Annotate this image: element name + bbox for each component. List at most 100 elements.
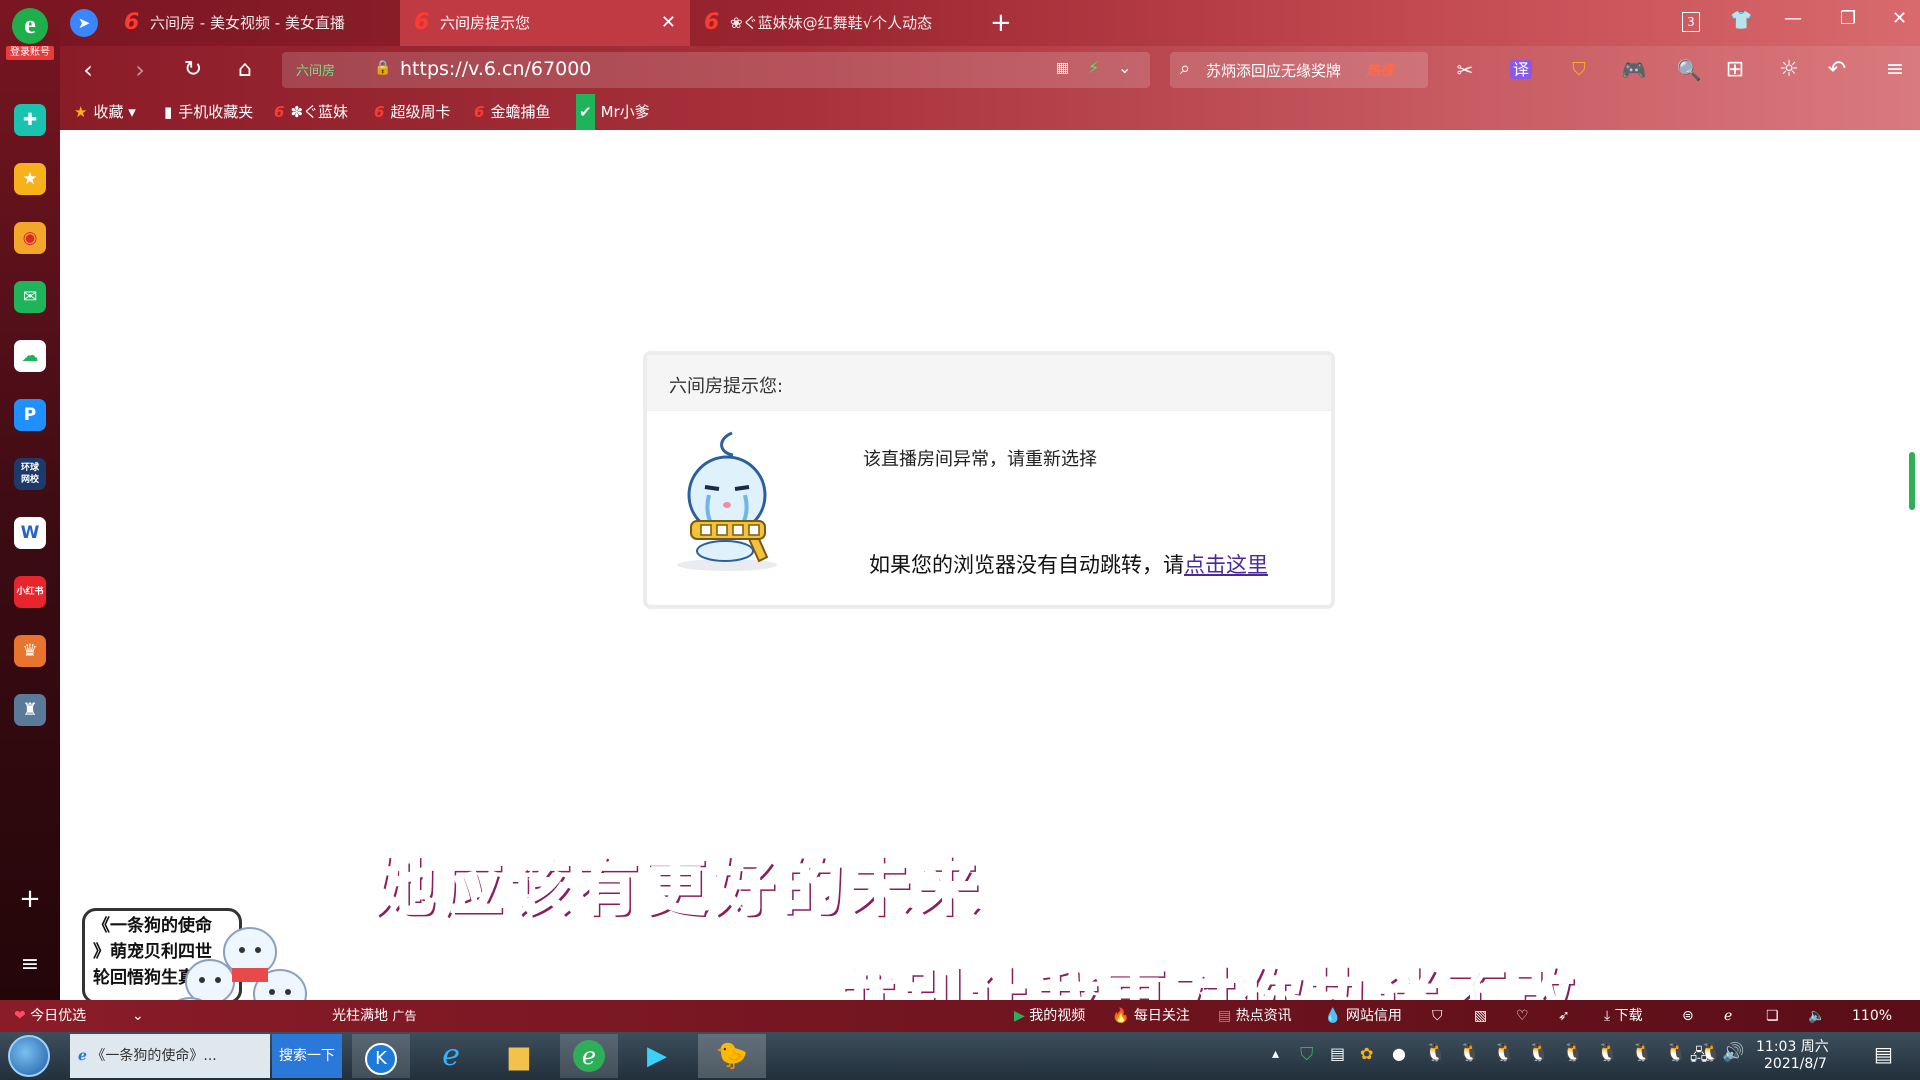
home-button[interactable]: ⌂: [232, 46, 258, 94]
rocket-icon[interactable]: ➶: [1558, 1000, 1570, 1032]
apps-grid-icon[interactable]: ⊞: [1722, 46, 1748, 94]
weibo-icon[interactable]: ◉: [14, 222, 46, 254]
bookmark-lanmei[interactable]: 6 ✽ぐ蓝妹: [274, 94, 348, 130]
clock-date[interactable]: 2021/8/7: [1764, 1056, 1827, 1072]
skin-shirt-icon[interactable]: 👕: [1730, 10, 1752, 31]
shield-icon[interactable]: ⛉: [1432, 1000, 1443, 1032]
tray-doc-icon[interactable]: ▤: [1330, 1044, 1345, 1063]
chevron-down-icon[interactable]: ⌄: [1118, 58, 1131, 77]
news-ticker[interactable]: 光柱满地 广告: [332, 1000, 416, 1032]
chevron-down-icon[interactable]: ⌄: [132, 1000, 144, 1032]
volume-icon[interactable]: 🔈: [1808, 1000, 1825, 1032]
start-button[interactable]: [8, 1035, 50, 1077]
undo-icon[interactable]: ↶: [1824, 46, 1850, 94]
daily-follow-link[interactable]: 🔥 每日关注: [1112, 1000, 1190, 1032]
speaker-icon[interactable]: 🔊: [1722, 1042, 1744, 1063]
pp-assistant-icon[interactable]: P: [14, 399, 46, 431]
lightning-icon[interactable]: ⚡: [1088, 58, 1099, 77]
image-icon[interactable]: ▧: [1474, 1000, 1487, 1032]
bookmarks-bar: ★ 收藏 ▾ ▮ 手机收藏夹 6 ✽ぐ蓝妹 6 超级周卡 6 金蟾捕鱼 ✔ Mr小爹: [60, 94, 1920, 130]
6cn-logo-icon: 6: [274, 103, 285, 121]
6cn-logo-icon: 6: [124, 10, 140, 35]
site-credit-label: 网站信用: [1345, 1008, 1402, 1024]
document-icon[interactable]: W: [14, 517, 46, 549]
tray-app-icon[interactable]: ✿: [1360, 1044, 1373, 1063]
security-shield-icon[interactable]: ⛉: [1300, 1044, 1314, 1065]
minimize-button[interactable]: —: [1784, 8, 1802, 29]
tray-avatar-icon[interactable]: ●: [1392, 1044, 1406, 1063]
favorites-star-icon[interactable]: ★: [14, 163, 46, 195]
mail-icon[interactable]: ✉: [14, 281, 46, 313]
qq-icons[interactable]: 🐧🐧🐧🐧🐧🐧🐧🐧🐧: [1424, 1042, 1734, 1063]
clock-time[interactable]: 11:03 周六: [1756, 1036, 1829, 1056]
hot-news-link[interactable]: ▤ 热点资讯: [1218, 1000, 1292, 1032]
tab-user-profile[interactable]: 6 ❀ぐ蓝妹妹@红舞鞋√个人动态: [690, 0, 980, 46]
tray-expand-icon[interactable]: ▴: [1272, 1046, 1279, 1062]
restore-button[interactable]: ❐: [1840, 8, 1856, 29]
new-tab-button[interactable]: +: [990, 8, 1012, 38]
login-account-button[interactable]: 登录账号: [6, 46, 54, 60]
navigation-compass-icon[interactable]: ➤: [70, 9, 98, 37]
url-text[interactable]: https://v.6.cn/67000: [400, 58, 591, 80]
today-pick[interactable]: ❤ 今日优选: [14, 1000, 86, 1032]
ad-tag: 广告: [392, 1009, 417, 1023]
folder-icon[interactable]: ▆: [490, 1034, 548, 1078]
ie-taskbar-window[interactable]: ℯ 《一条狗的使命》...: [70, 1034, 270, 1078]
shield-money-icon[interactable]: ⛉: [1566, 46, 1592, 94]
notification-icon[interactable]: ▤: [1874, 1042, 1893, 1066]
network-tray-icon[interactable]: 🖧: [1690, 1044, 1708, 1071]
search-button[interactable]: 搜索一下: [272, 1034, 342, 1078]
site-credit-link[interactable]: 💧 网站信用: [1324, 1000, 1402, 1032]
accelerator-icon[interactable]: ✚: [14, 104, 46, 136]
qr-code-icon[interactable]: ▦: [1056, 60, 1069, 76]
tab-title: ❀ぐ蓝妹妹@红舞鞋√个人动态: [730, 14, 933, 32]
game-castle-icon[interactable]: ♜: [14, 694, 46, 726]
refresh-button[interactable]: ↻: [180, 46, 206, 94]
360-browser-icon[interactable]: ℯ: [560, 1034, 618, 1078]
bookmark-mr[interactable]: ✔ Mr小爹: [576, 94, 650, 130]
bookmark-fishing[interactable]: 6 金蟾捕鱼: [474, 94, 550, 130]
ie-browser-icon[interactable]: ℯ: [422, 1034, 480, 1078]
global-school-icon[interactable]: 环球 网校: [14, 458, 46, 490]
close-tab-icon[interactable]: ✕: [661, 0, 676, 46]
tab-6cn-home[interactable]: 6 六间房 - 美女视频 - 美女直播: [110, 0, 395, 46]
bookmark-mobile[interactable]: ▮ 手机收藏夹: [164, 94, 253, 130]
tab-6cn-notice[interactable]: 6 六间房提示您 ✕: [400, 0, 690, 46]
brightness-icon[interactable]: ☼: [1776, 46, 1802, 94]
close-window-button[interactable]: ✕: [1892, 8, 1907, 29]
scrollbar-thumb[interactable]: [1909, 452, 1915, 510]
gamepad-icon[interactable]: 🎮: [1620, 46, 1648, 94]
magnifier-icon[interactable]: 🔍: [1676, 46, 1702, 94]
search-box[interactable]: ⌕ 苏炳添回应无缘奖牌 热搜: [1170, 52, 1428, 88]
bookmark-weekcard[interactable]: 6 超级周卡: [374, 94, 450, 130]
heartbeat-icon[interactable]: ♡: [1516, 1000, 1529, 1032]
bookmark-label: 超级周卡: [390, 103, 451, 121]
zoom-level[interactable]: 110%: [1852, 1000, 1892, 1032]
video-player-icon[interactable]: ▶: [628, 1034, 686, 1078]
game-icon[interactable]: ♛: [14, 635, 46, 667]
tab-count-badge[interactable]: 3: [1682, 12, 1700, 32]
network-icon[interactable]: ⊜: [1682, 1000, 1694, 1032]
cloud-drive-icon[interactable]: ☁: [14, 340, 46, 372]
window-icon[interactable]: ❏: [1766, 1000, 1779, 1032]
menu-icon[interactable]: ≡: [1882, 46, 1908, 94]
search-query[interactable]: 苏炳添回应无缘奖牌: [1206, 60, 1341, 81]
my-video-link[interactable]: ▶ 我的视频: [1014, 1000, 1085, 1032]
add-app-button[interactable]: +: [0, 884, 60, 914]
xiaohongshu-icon[interactable]: 小红书: [14, 576, 46, 608]
sidebar-menu-icon[interactable]: ≡: [0, 952, 60, 977]
bookmark-favorites[interactable]: ★ 收藏 ▾: [74, 94, 136, 130]
address-bar[interactable]: 六间房 🔒 https://v.6.cn/67000 ▦ ⚡ ⌄: [282, 52, 1150, 88]
translate-icon[interactable]: 译: [1508, 46, 1534, 94]
browser-logo[interactable]: e 登录账号: [6, 8, 54, 68]
ie-mode-icon[interactable]: ℯ: [1724, 1000, 1732, 1032]
scissors-icon[interactable]: ✂: [1452, 46, 1478, 94]
k-player-icon[interactable]: K: [352, 1034, 410, 1078]
download-button[interactable]: ⤓ 下载: [1604, 1000, 1643, 1032]
click-here-link[interactable]: 点击这里: [1184, 553, 1268, 577]
taskbar-app-icon[interactable]: 🐤: [698, 1034, 766, 1078]
browser-e-icon: e: [12, 8, 48, 44]
forward-button[interactable]: ›: [128, 46, 152, 94]
crying-mascot-icon: [677, 431, 777, 571]
back-button[interactable]: ‹: [76, 46, 100, 94]
